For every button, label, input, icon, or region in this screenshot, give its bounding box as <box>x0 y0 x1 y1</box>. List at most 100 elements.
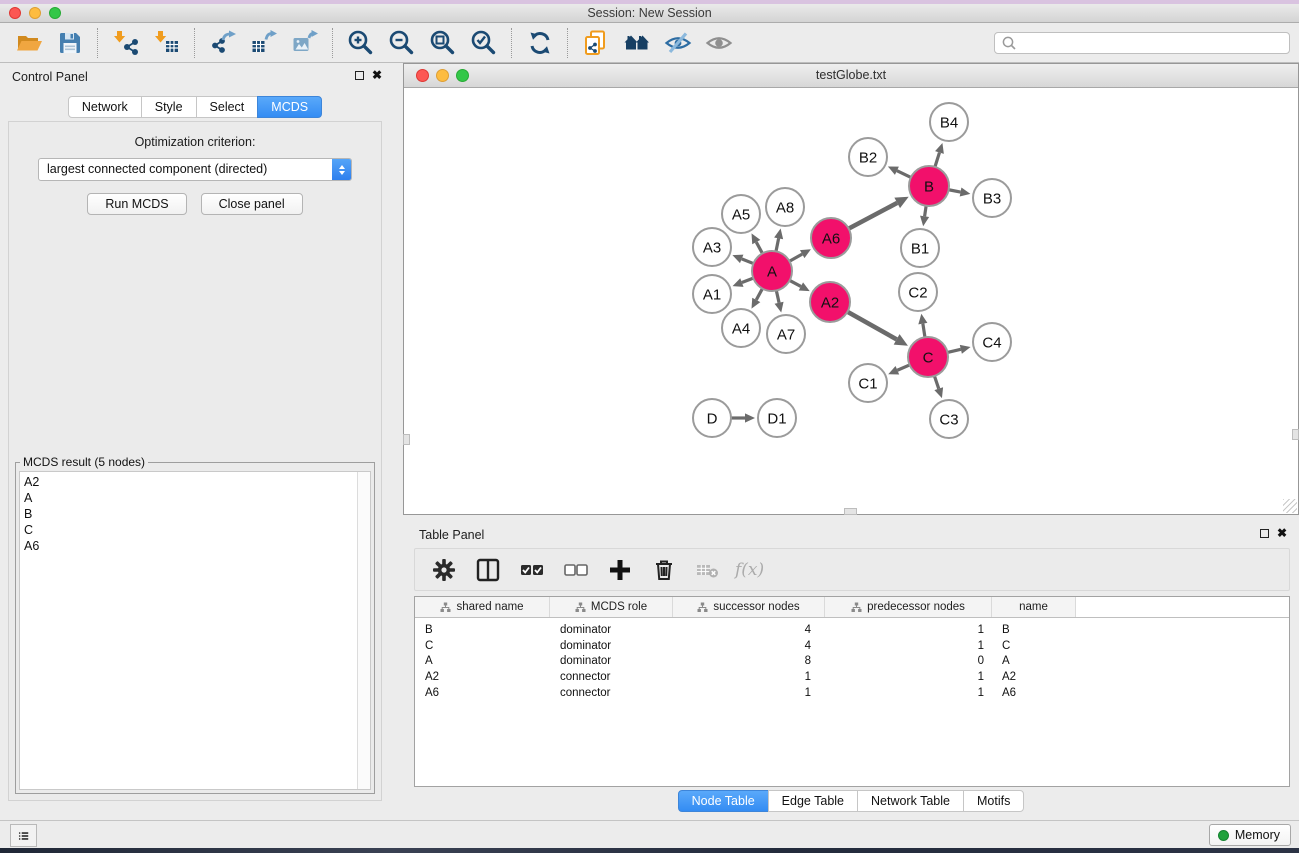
table-cell[interactable]: A2 <box>992 671 1076 683</box>
graph-edge-B-B4[interactable] <box>935 143 944 167</box>
zoom-out-button[interactable] <box>383 27 420 59</box>
minimize-network-button[interactable] <box>436 69 449 82</box>
result-item[interactable]: A6 <box>24 538 370 554</box>
table-cell[interactable]: connector <box>550 671 673 683</box>
graph-node-D[interactable]: D <box>693 399 731 437</box>
table-cell[interactable]: B <box>415 624 550 636</box>
result-item[interactable]: A2 <box>24 474 370 490</box>
result-item[interactable]: C <box>24 522 370 538</box>
graph-edge-B-B1[interactable] <box>920 206 929 226</box>
tab-edge-table[interactable]: Edge Table <box>768 790 858 812</box>
graph-node-A3[interactable]: A3 <box>693 228 731 266</box>
column-header-predecessor-nodes[interactable]: predecessor nodes <box>825 597 992 617</box>
tab-network-table[interactable]: Network Table <box>857 790 964 812</box>
table-cell[interactable]: 1 <box>825 687 992 699</box>
table-cell[interactable]: 4 <box>673 640 825 652</box>
table-cell[interactable]: A6 <box>415 687 550 699</box>
float-panel-icon[interactable] <box>1260 529 1269 538</box>
graph-edge-C-C1[interactable] <box>888 365 909 375</box>
result-item[interactable]: A <box>24 490 370 506</box>
graph-edge-C-C4[interactable] <box>947 345 970 354</box>
zoom-in-button[interactable] <box>342 27 379 59</box>
right-scroll-grip[interactable] <box>1292 429 1299 440</box>
table-cell[interactable]: 0 <box>825 655 992 667</box>
table-cell[interactable]: dominator <box>550 655 673 667</box>
bottom-scroll-grip[interactable] <box>844 508 857 515</box>
graph-edge-A-A1[interactable] <box>733 278 754 287</box>
graph-node-A2[interactable]: A2 <box>810 282 850 322</box>
optimization-select[interactable]: largest connected component (directed) <box>38 158 352 181</box>
graph-edge-A6-B[interactable] <box>849 197 909 229</box>
table-cell[interactable]: 1 <box>673 671 825 683</box>
graph-edge-A-A5[interactable] <box>752 233 763 253</box>
select-all-button[interactable] <box>515 554 549 586</box>
table-cell[interactable]: dominator <box>550 624 673 636</box>
graph-node-D1[interactable]: D1 <box>758 399 796 437</box>
graph-edge-A-A6[interactable] <box>789 249 810 261</box>
graph-edge-D-D1[interactable] <box>731 413 755 422</box>
graph-edge-A-A2[interactable] <box>790 280 810 291</box>
panels-menu-button[interactable] <box>10 824 37 847</box>
table-cell[interactable]: 4 <box>673 624 825 636</box>
graph-node-C[interactable]: C <box>908 337 948 377</box>
table-cell[interactable]: dominator <box>550 640 673 652</box>
graph-node-A5[interactable]: A5 <box>722 195 760 233</box>
graph-edge-B-B2[interactable] <box>888 166 911 177</box>
table-row[interactable]: Adominator80A <box>415 654 1289 670</box>
graph-node-A8[interactable]: A8 <box>766 188 804 226</box>
memory-button[interactable]: Memory <box>1209 824 1291 846</box>
table-cell[interactable]: 1 <box>825 624 992 636</box>
export-image-button[interactable] <box>286 27 323 59</box>
open-session-button[interactable] <box>10 27 47 59</box>
graph-node-C1[interactable]: C1 <box>849 364 887 402</box>
table-cell[interactable]: A <box>415 655 550 667</box>
graph-edge-A-A3[interactable] <box>732 255 753 264</box>
close-network-button[interactable] <box>416 69 429 82</box>
column-header-shared-name[interactable]: shared name <box>415 597 550 617</box>
tab-motifs[interactable]: Motifs <box>963 790 1024 812</box>
mcds-result-list[interactable]: A2ABCA6 <box>19 471 371 790</box>
graph-node-A6[interactable]: A6 <box>811 218 851 258</box>
graph-node-B1[interactable]: B1 <box>901 229 939 267</box>
table-cell[interactable]: C <box>992 640 1076 652</box>
maximize-window-button[interactable] <box>49 7 61 19</box>
graph-node-B4[interactable]: B4 <box>930 103 968 141</box>
graph-edge-A-A4[interactable] <box>752 289 763 309</box>
graph-node-C4[interactable]: C4 <box>973 323 1011 361</box>
float-panel-icon[interactable] <box>355 71 364 80</box>
graph-edge-B-B3[interactable] <box>949 187 971 196</box>
graph-edge-C-C3[interactable] <box>934 376 943 398</box>
graph-edge-C-C2[interactable] <box>918 314 927 337</box>
unselect-all-button[interactable] <box>559 554 593 586</box>
delete-column-button[interactable] <box>647 554 681 586</box>
graph-edge-A-A7[interactable] <box>775 291 784 313</box>
table-cell[interactable]: C <box>415 640 550 652</box>
column-header-name[interactable]: name <box>992 597 1076 617</box>
close-panel-icon[interactable]: ✖ <box>1277 528 1287 538</box>
graph-node-C2[interactable]: C2 <box>899 273 937 311</box>
maximize-network-button[interactable] <box>456 69 469 82</box>
graph-node-A1[interactable]: A1 <box>693 275 731 313</box>
left-scroll-grip[interactable] <box>403 434 410 445</box>
zoom-selected-button[interactable] <box>465 27 502 59</box>
home-button[interactable] <box>618 27 655 59</box>
table-cell[interactable]: 1 <box>673 687 825 699</box>
table-cell[interactable]: 1 <box>825 671 992 683</box>
scrollbar-track[interactable] <box>357 472 370 789</box>
run-mcds-button[interactable]: Run MCDS <box>87 193 186 215</box>
table-cell[interactable]: A6 <box>992 687 1076 699</box>
save-session-button[interactable] <box>51 27 88 59</box>
table-settings-button[interactable] <box>427 554 461 586</box>
network-canvas[interactable]: AA1A2A3A4A5A6A7A8BB1B2B3B4CC1C2C3C4DD1 <box>404 89 1298 514</box>
graph-node-C3[interactable]: C3 <box>930 400 968 438</box>
export-network-button[interactable] <box>204 27 241 59</box>
table-row[interactable]: A2connector11A2 <box>415 669 1289 685</box>
search-input[interactable] <box>1017 34 1283 52</box>
close-panel-button[interactable]: Close panel <box>201 193 303 215</box>
tab-node-table[interactable]: Node Table <box>678 790 769 812</box>
table-row[interactable]: A6connector11A6 <box>415 685 1289 701</box>
resize-grip-icon[interactable] <box>1283 499 1297 513</box>
result-item[interactable]: B <box>24 506 370 522</box>
graph-edge-A2-C[interactable] <box>847 312 908 346</box>
close-window-button[interactable] <box>9 7 21 19</box>
